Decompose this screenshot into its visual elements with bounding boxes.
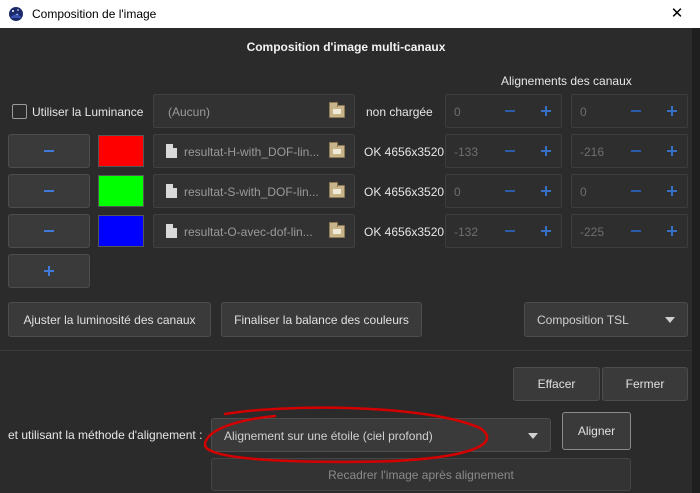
channel-color-swatch[interactable] <box>98 175 144 207</box>
separator <box>0 350 692 351</box>
spinner-value: 0 <box>454 185 461 199</box>
channel-status: OK 4656x3520 <box>364 185 445 199</box>
decrement-button[interactable] <box>622 175 650 207</box>
increment-button[interactable] <box>658 135 686 167</box>
document-icon <box>166 184 177 198</box>
folder-icon[interactable] <box>329 182 345 198</box>
increment-button[interactable] <box>532 175 560 207</box>
chevron-down-icon <box>528 433 538 439</box>
window-titlebar: Composition de l'image ✕ <box>0 0 700 28</box>
minus-icon <box>505 230 515 232</box>
dialog-heading: Composition d'image multi-canaux <box>246 40 446 54</box>
spinner-value: -216 <box>580 145 605 159</box>
increment-button[interactable] <box>658 215 686 247</box>
plus-icon <box>541 146 551 156</box>
minus-icon <box>505 110 515 112</box>
minus-icon <box>631 110 641 112</box>
decrement-button[interactable] <box>622 95 650 127</box>
siril-icon <box>9 7 23 21</box>
channel-file-chooser[interactable]: resultat-S-with_DOF-lin... <box>153 174 355 208</box>
channel-y-spinner[interactable]: -225 <box>571 214 688 248</box>
luminance-status: non chargée <box>366 105 433 119</box>
decrement-button[interactable] <box>496 95 524 127</box>
channel-file-name: resultat-O-avec-dof-lin... <box>184 225 313 239</box>
luminance-checkbox-label: Utiliser la Luminance <box>32 105 144 119</box>
spinner-value: 0 <box>454 105 461 119</box>
increment-button[interactable] <box>658 175 686 207</box>
plus-icon <box>44 266 54 276</box>
spinner-value: -133 <box>454 145 479 159</box>
remove-channel-button[interactable] <box>8 134 90 168</box>
luminance-x-spinner[interactable]: 0 <box>445 94 562 128</box>
chevron-down-icon <box>665 317 675 323</box>
clear-button[interactable]: Effacer <box>513 367 600 401</box>
remove-channel-button[interactable] <box>8 174 90 208</box>
spinner-value: -225 <box>580 225 605 239</box>
channel-color-swatch[interactable] <box>98 135 144 167</box>
minus-icon <box>631 230 641 232</box>
adjust-luminosity-button[interactable]: Ajuster la luminosité des canaux <box>8 302 211 337</box>
minus-icon <box>44 190 54 192</box>
decrement-button[interactable] <box>496 135 524 167</box>
decrement-button[interactable] <box>622 215 650 247</box>
decrement-button[interactable] <box>622 135 650 167</box>
channel-status: OK 4656x3520 <box>364 145 445 159</box>
luminance-file-chooser[interactable]: (Aucun) <box>153 94 355 128</box>
plus-icon <box>541 106 551 116</box>
increment-button[interactable] <box>532 95 560 127</box>
close-button[interactable]: Fermer <box>602 367 688 401</box>
plus-icon <box>667 226 677 236</box>
folder-icon[interactable] <box>329 142 345 158</box>
increment-button[interactable] <box>532 215 560 247</box>
channel-color-swatch[interactable] <box>98 215 144 247</box>
plus-icon <box>667 146 677 156</box>
channel-x-spinner[interactable]: -133 <box>445 134 562 168</box>
spinner-value: 0 <box>580 185 587 199</box>
folder-icon[interactable] <box>329 222 345 238</box>
plus-icon <box>541 226 551 236</box>
plus-icon <box>667 186 677 196</box>
luminance-checkbox[interactable] <box>12 104 27 119</box>
finalize-balance-button[interactable]: Finaliser la balance des couleurs <box>221 302 422 337</box>
window-title: Composition de l'image <box>32 7 157 21</box>
plus-icon <box>667 106 677 116</box>
minus-icon <box>44 230 54 232</box>
decrement-button[interactable] <box>496 215 524 247</box>
decrement-button[interactable] <box>496 175 524 207</box>
channel-x-spinner[interactable]: 0 <box>445 174 562 208</box>
minus-icon <box>505 190 515 192</box>
minus-icon <box>505 150 515 152</box>
align-button[interactable]: Aligner <box>562 412 631 450</box>
annotation-ellipse <box>203 406 489 464</box>
add-channel-button[interactable] <box>8 254 90 288</box>
luminance-file-placeholder: (Aucun) <box>168 105 211 119</box>
spinner-value: 0 <box>580 105 587 119</box>
increment-button[interactable] <box>658 95 686 127</box>
plus-icon <box>541 186 551 196</box>
close-icon[interactable]: ✕ <box>654 0 700 28</box>
channel-x-spinner[interactable]: -132 <box>445 214 562 248</box>
increment-button[interactable] <box>532 135 560 167</box>
channel-y-spinner[interactable]: -216 <box>571 134 688 168</box>
minus-icon <box>631 190 641 192</box>
spinner-value: -132 <box>454 225 479 239</box>
document-icon <box>166 144 177 158</box>
alignment-method-label: et utilisant la méthode d'alignement : <box>8 428 203 442</box>
window-border <box>692 28 700 493</box>
remove-channel-button[interactable] <box>8 214 90 248</box>
channel-file-chooser[interactable]: resultat-H-with_DOF-lin... <box>153 134 355 168</box>
composition-mode-value: Composition TSL <box>537 313 629 327</box>
composition-mode-select[interactable]: Composition TSL <box>524 302 688 337</box>
minus-icon <box>44 150 54 152</box>
document-icon <box>166 224 177 238</box>
channel-status: OK 4656x3520 <box>364 225 445 239</box>
folder-icon[interactable] <box>329 102 345 118</box>
channel-file-chooser[interactable]: resultat-O-avec-dof-lin... <box>153 214 355 248</box>
channel-y-spinner[interactable]: 0 <box>571 174 688 208</box>
luminance-y-spinner[interactable]: 0 <box>571 94 688 128</box>
channel-file-name: resultat-H-with_DOF-lin... <box>184 145 320 159</box>
minus-icon <box>631 150 641 152</box>
alignment-heading: Alignements des canaux <box>501 74 632 88</box>
channel-file-name: resultat-S-with_DOF-lin... <box>184 185 319 199</box>
